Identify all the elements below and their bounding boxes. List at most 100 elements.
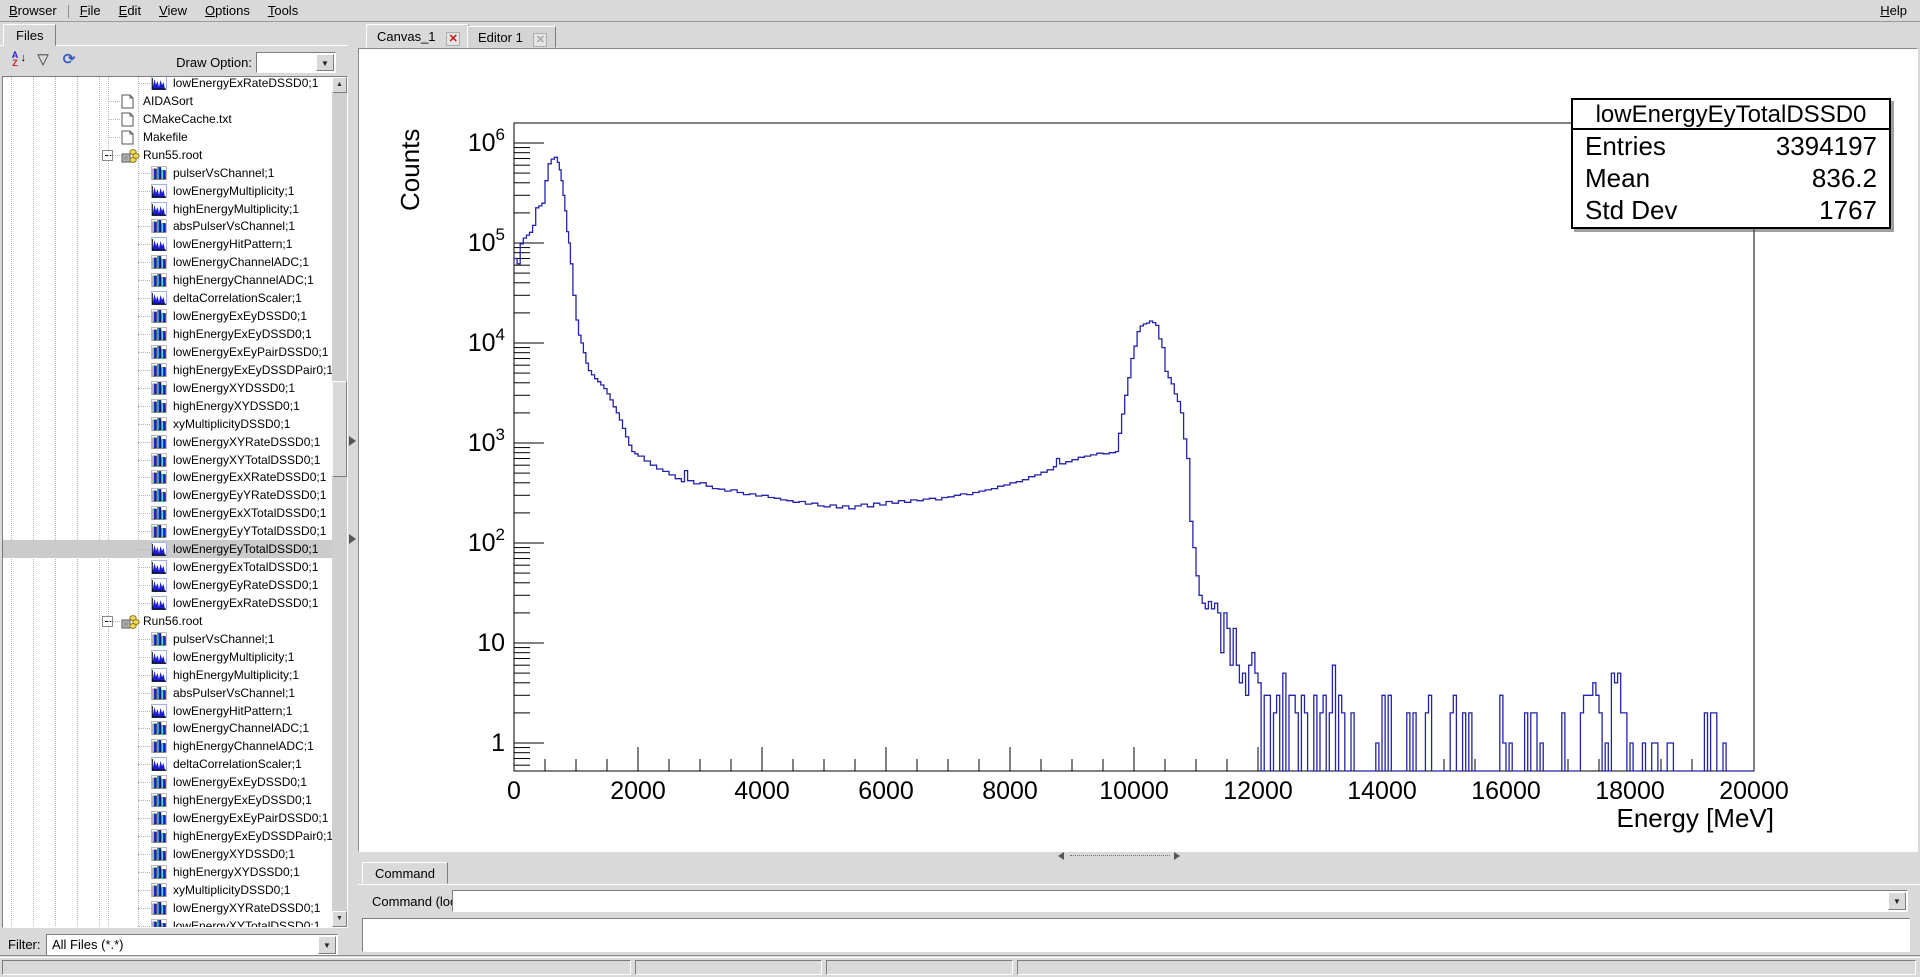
tree-item-highenergyxydssd0-1[interactable]: highEnergyXYDSSD0;1	[3, 863, 333, 881]
sort-alpha-icon[interactable]: AZ↓	[4, 51, 26, 71]
splitter-right-icon[interactable]	[1174, 852, 1180, 860]
tree-item-lowenergyexratedssd0-1[interactable]: lowEnergyExRateDSSD0;1	[3, 594, 333, 612]
filter-combobox[interactable]: All Files (*.*) ▼	[46, 934, 338, 956]
splitter-arrow-icon[interactable]	[349, 436, 356, 446]
tree-item-lowenergyextotaldssd0-1[interactable]: lowEnergyExTotalDSSD0;1	[3, 558, 333, 576]
command-panel: Command Command (local): ▼	[358, 860, 1920, 955]
command-input[interactable]	[454, 892, 1888, 910]
tree-scrollbar[interactable]: ▲ ▼	[332, 77, 347, 927]
tree-item-lowenergyhitpattern-1[interactable]: lowEnergyHitPattern;1	[3, 235, 333, 253]
tree-item-label: xyMultiplicityDSSD0;1	[173, 881, 290, 899]
tree-item-lowenergyxyratedssd0-1[interactable]: lowEnergyXYRateDSSD0;1	[3, 433, 333, 451]
tree-connector	[138, 926, 150, 927]
tree-item-pulservschannel-1[interactable]: pulserVsChannel;1	[3, 630, 333, 648]
tree-item-highenergyxydssd0-1[interactable]: highEnergyXYDSSD0;1	[3, 397, 333, 415]
tree-item-abspulservschannel-1[interactable]: absPulserVsChannel;1	[3, 217, 333, 235]
tree-item-lowenergymultiplicity-1[interactable]: lowEnergyMultiplicity;1	[3, 648, 333, 666]
panel-splitter[interactable]	[348, 22, 358, 952]
root-canvas[interactable]: 1101021031041051060200040006000800010000…	[358, 48, 1918, 852]
tree-item-lowenergyhitpattern-1[interactable]: lowEnergyHitPattern;1	[3, 702, 333, 720]
tree-item-lowenergyxyratedssd0-1[interactable]: lowEnergyXYRateDSSD0;1	[3, 899, 333, 917]
menu-item-options[interactable]: Options	[196, 0, 259, 20]
tab-base-line	[358, 884, 1920, 885]
tree-item-highenergymultiplicity-1[interactable]: highEnergyMultiplicity;1	[3, 666, 333, 684]
splitter-left-icon[interactable]	[1058, 852, 1064, 860]
tree-item-deltacorrelationscaler-1[interactable]: deltaCorrelationScaler;1	[3, 755, 333, 773]
tree-item-lowenergyeyratedssd0-1[interactable]: lowEnergyEyRateDSSD0;1	[3, 576, 333, 594]
tree-item-lowenergyeyytotaldssd0-1[interactable]: lowEnergyEyYTotalDSSD0;1	[3, 522, 333, 540]
tree-item-lowenergyxytotaldssd0-1[interactable]: lowEnergyXYTotalDSSD0;1	[3, 451, 333, 469]
canvas-command-splitter[interactable]	[358, 852, 1920, 860]
tab-editor-1[interactable]: Editor 1 ✕	[467, 26, 556, 48]
scrollbar-thumb[interactable]	[332, 381, 347, 477]
tree-item-highenergyexeydssdpair0-1[interactable]: highEnergyExEyDSSDPair0;1	[3, 827, 333, 845]
tree-item-label: lowEnergyXYRateDSSD0;1	[173, 899, 320, 917]
tree-connector	[138, 262, 150, 263]
tree-item-lowenergyexeypairdssd0-1[interactable]: lowEnergyExEyPairDSSD0;1	[3, 343, 333, 361]
stats-box: lowEnergyEyTotalDSSD0 Entries3394197 Mea…	[1571, 98, 1891, 229]
tree-item-pulservschannel-1[interactable]: pulserVsChannel;1	[3, 164, 333, 182]
menu-item-edit[interactable]: Edit	[110, 0, 150, 20]
tree-item-label: lowEnergyExEyPairDSSD0;1	[173, 343, 328, 361]
tree-item-deltacorrelationscaler-1[interactable]: deltaCorrelationScaler;1	[3, 289, 333, 307]
tab-files[interactable]: Files	[3, 24, 56, 46]
scroll-down-icon[interactable]: ▼	[332, 911, 347, 927]
tree-item-lowenergyexeypairdssd0-1[interactable]: lowEnergyExEyPairDSSD0;1	[3, 809, 333, 827]
menu-item-tools[interactable]: Tools	[259, 0, 307, 20]
tree-item-lowenergymultiplicity-1[interactable]: lowEnergyMultiplicity;1	[3, 182, 333, 200]
tree-item-label: absPulserVsChannel;1	[173, 684, 295, 702]
tree-connector	[138, 711, 150, 712]
tree-item-lowenergychanneladc-1[interactable]: lowEnergyChannelADC;1	[3, 253, 333, 271]
close-icon[interactable]: ✕	[446, 32, 460, 46]
tree-item-highenergychanneladc-1[interactable]: highEnergyChannelADC;1	[3, 737, 333, 755]
tree-item-xymultiplicitydssd0-1[interactable]: xyMultiplicityDSSD0;1	[3, 881, 333, 899]
tree-item-aidasort[interactable]: AIDASort	[3, 92, 333, 110]
tree-item-label: lowEnergyExRateDSSD0;1	[173, 594, 318, 612]
tab-command[interactable]: Command	[362, 862, 448, 884]
tree-item-label: lowEnergyHitPattern;1	[173, 702, 292, 720]
tree-item-lowenergyeyyratedssd0-1[interactable]: lowEnergyEyYRateDSSD0;1	[3, 486, 333, 504]
tree-item-run56-root[interactable]: Run56.root	[3, 612, 333, 630]
tree-item-highenergyexeydssd0-1[interactable]: highEnergyExEyDSSD0;1	[3, 325, 333, 343]
tree-connector	[138, 728, 150, 729]
tree-item-lowenergyexeydssd0-1[interactable]: lowEnergyExEyDSSD0;1	[3, 773, 333, 791]
splitter-grip[interactable]	[1070, 855, 1170, 856]
tree-item-lowenergyxydssd0-1[interactable]: lowEnergyXYDSSD0;1	[3, 379, 333, 397]
tree-item-lowenergychanneladc-1[interactable]: lowEnergyChannelADC;1	[3, 719, 333, 737]
tree-item-lowenergyxytotaldssd0-1[interactable]: lowEnergyXYTotalDSSD0;1	[3, 917, 333, 928]
tree-item-lowenergyxydssd0-1[interactable]: lowEnergyXYDSSD0;1	[3, 845, 333, 863]
tree-item-abspulservschannel-1[interactable]: absPulserVsChannel;1	[3, 684, 333, 702]
tab-canvas-1[interactable]: Canvas_1 ✕	[366, 24, 469, 48]
refresh-icon[interactable]: ⟳	[58, 51, 80, 71]
command-combobox[interactable]: ▼	[452, 890, 1908, 912]
tree-item-highenergychanneladc-1[interactable]: highEnergyChannelADC;1	[3, 271, 333, 289]
tree-item-highenergyexeydssd0-1[interactable]: highEnergyExEyDSSD0;1	[3, 791, 333, 809]
tree-item-lowenergyexeydssd0-1[interactable]: lowEnergyExEyDSSD0;1	[3, 307, 333, 325]
menu-item-view[interactable]: View	[150, 0, 196, 20]
tree-item-highenergyexeydssdpair0-1[interactable]: highEnergyExEyDSSDPair0;1	[3, 361, 333, 379]
tree-item-run55-root[interactable]: Run55.root	[3, 146, 333, 164]
tree-item-label: Run56.root	[143, 612, 202, 630]
tree-item-lowenergyexratedssd0-1[interactable]: lowEnergyExRateDSSD0;1	[3, 76, 333, 92]
chevron-down-icon[interactable]: ▼	[318, 936, 336, 954]
tree-item-xymultiplicitydssd0-1[interactable]: xyMultiplicityDSSD0;1	[3, 415, 333, 433]
scroll-up-icon[interactable]: ▲	[332, 77, 347, 93]
menu-item-file[interactable]: File	[71, 0, 110, 20]
tree-item-label: lowEnergyMultiplicity;1	[173, 182, 294, 200]
chevron-down-icon[interactable]: ▼	[316, 54, 334, 71]
menu-item-help[interactable]: Help	[1871, 0, 1916, 20]
menu-separator	[68, 5, 69, 18]
chevron-down-icon[interactable]: ▼	[1888, 892, 1906, 910]
tree-item-makefile[interactable]: Makefile	[3, 128, 333, 146]
tree-connector	[138, 495, 150, 496]
splitter-arrow-icon[interactable]	[349, 534, 356, 544]
status-segment-4	[1017, 960, 1916, 975]
draw-option-combobox[interactable]: ▼	[256, 52, 336, 73]
menu-item-browser[interactable]: Browser	[0, 0, 66, 20]
tree-item-highenergymultiplicity-1[interactable]: highEnergyMultiplicity;1	[3, 200, 333, 218]
tree-item-lowenergyexxtotaldssd0-1[interactable]: lowEnergyExXTotalDSSD0;1	[3, 504, 333, 522]
tree-item-lowenergyexxratedssd0-1[interactable]: lowEnergyExXRateDSSD0;1	[3, 468, 333, 486]
tree-item-lowenergyeytotaldssd0-1[interactable]: lowEnergyEyTotalDSSD0;1	[3, 540, 333, 558]
tree-item-cmakecache-txt[interactable]: CMakeCache.txt	[3, 110, 333, 128]
filter-funnel-icon[interactable]: ▽	[32, 51, 54, 71]
